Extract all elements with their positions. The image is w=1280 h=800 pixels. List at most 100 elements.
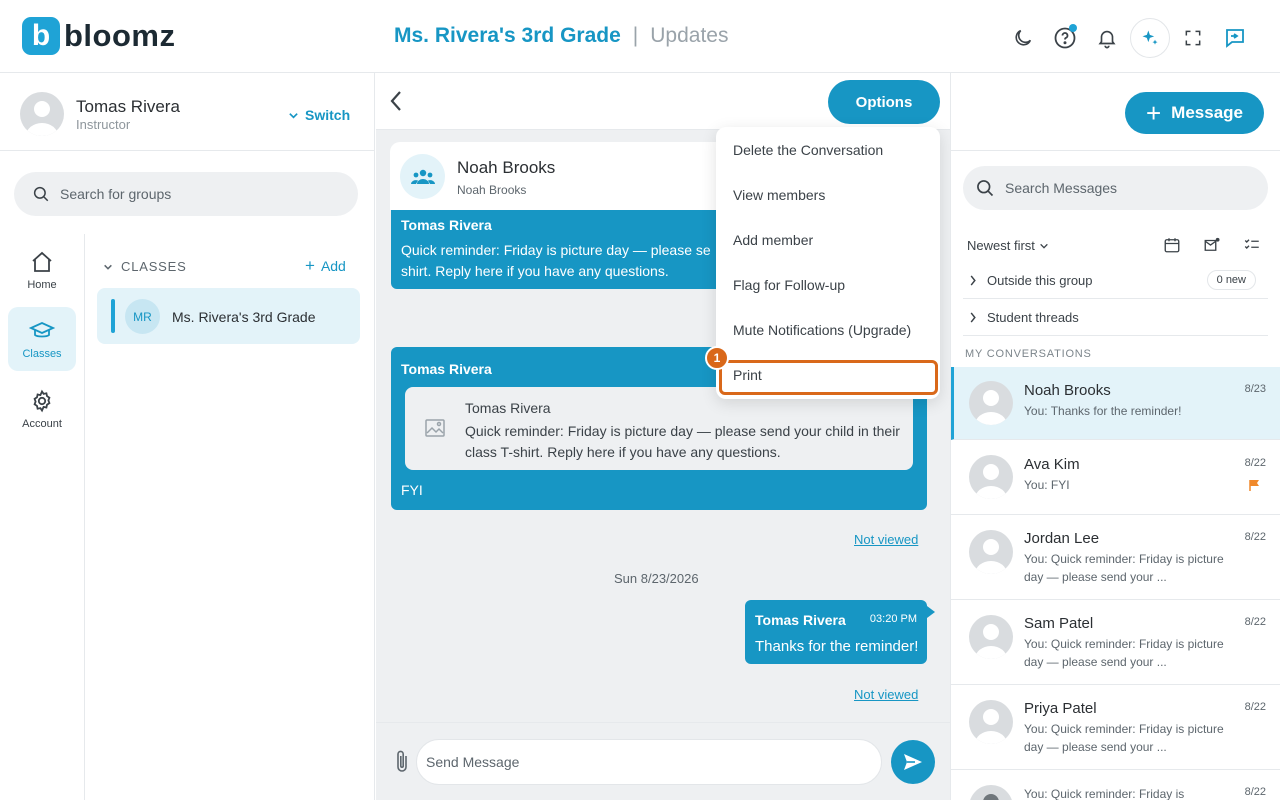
new-message-button[interactable]: + Message (1125, 92, 1264, 134)
conversation-date: 8/22 (1244, 531, 1266, 543)
plus-icon: + (305, 256, 315, 275)
new-count-badge: 0 new (1206, 270, 1256, 290)
help-icon[interactable] (1046, 19, 1084, 57)
sort-label: Newest first (967, 238, 1035, 253)
conversation-preview: You: Quick reminder: Friday is picture d… (1024, 637, 1224, 669)
quoted-sender: Tomas Rivera (465, 400, 551, 416)
conversation-name: Ava Kim (1024, 456, 1080, 473)
conversation-name: Jordan Lee (1024, 530, 1100, 547)
conversation-preview: You: Quick reminder: Friday is picture d… (1024, 552, 1224, 584)
page-title: Ms. Rivera's 3rd Grade | Updates (394, 24, 728, 48)
bloomz-logo[interactable]: b bloomz (22, 17, 176, 55)
conversation-item[interactable]: You: Quick reminder: Friday is 8/22 (951, 770, 1280, 800)
class-active-indicator (111, 299, 115, 333)
switch-button[interactable]: Switch (288, 107, 350, 123)
message-text: FYI (401, 482, 423, 498)
add-class-button[interactable]: + Add (305, 256, 346, 275)
nav-home[interactable]: Home (8, 238, 76, 302)
group-student-threads[interactable]: Student threads (963, 299, 1268, 336)
back-icon[interactable] (388, 89, 404, 118)
section-title: Updates (650, 24, 729, 47)
avatar (969, 785, 1013, 800)
attachment-icon[interactable] (394, 749, 410, 780)
group-members-icon (400, 154, 445, 199)
menu-item-flag-follow-up[interactable]: Flag for Follow-up (733, 277, 845, 293)
notification-dot (1069, 24, 1077, 32)
avatar[interactable] (20, 92, 64, 136)
step-badge: 1 (705, 346, 729, 370)
search-groups-input[interactable]: Search for groups (14, 172, 358, 216)
avatar (969, 530, 1013, 574)
conversation-name: Sam Patel (1024, 615, 1094, 632)
message-sender: Tomas Rivera (401, 217, 492, 233)
conversation-date: 8/22 (1244, 786, 1266, 798)
new-message-label: Message (1171, 103, 1243, 122)
search-messages-input[interactable]: Search Messages (963, 166, 1268, 210)
nav-classes[interactable]: Classes (8, 307, 76, 371)
title-separator: | (632, 24, 639, 47)
avatar (969, 381, 1013, 425)
profile-panel: Tomas Rivera Instructor Switch (0, 73, 375, 151)
mark-read-icon[interactable] (1203, 236, 1221, 259)
flag-icon[interactable] (1248, 478, 1260, 496)
conversation-item[interactable]: Priya Patel You: Quick reminder: Friday … (951, 685, 1280, 770)
conversation-item[interactable]: Sam Patel You: Quick reminder: Friday is… (951, 600, 1280, 685)
avatar (969, 700, 1013, 744)
conversation-item[interactable]: Ava Kim You: FYI 8/22 (951, 440, 1280, 515)
nav-account-label: Account (22, 417, 62, 430)
conversation-contact-card: Noah Brooks Noah Brooks (390, 142, 725, 210)
conversation-item[interactable]: Noah Brooks You: Thanks for the reminder… (951, 367, 1280, 440)
avatar (969, 455, 1013, 499)
add-class-label: Add (320, 258, 346, 274)
side-nav: Home Classes Account (0, 234, 85, 800)
bubble-tail (927, 606, 935, 618)
dark-mode-icon[interactable] (1004, 19, 1042, 57)
menu-item-add-member[interactable]: Add member (733, 232, 813, 248)
read-status-link[interactable]: Not viewed (854, 532, 918, 547)
quoted-text: Quick reminder: Friday is picture day — … (465, 423, 900, 460)
group-label: Student threads (987, 309, 1079, 325)
sort-dropdown[interactable]: Newest first (967, 238, 1049, 253)
menu-item-mute-notifications[interactable]: Mute Notifications (Upgrade) (733, 322, 911, 338)
nav-classes-label: Classes (22, 347, 62, 360)
feedback-icon[interactable] (1216, 19, 1254, 57)
menu-item-view-members[interactable]: View members (733, 187, 825, 203)
checklist-icon[interactable] (1243, 236, 1261, 259)
classes-heading[interactable]: CLASSES (103, 259, 187, 274)
ai-sparkle-icon[interactable] (1130, 18, 1170, 58)
contact-subtitle: Noah Brooks (457, 183, 527, 197)
plus-icon: + (1145, 98, 1162, 128)
top-icon-bar (1004, 18, 1254, 58)
chevron-down-icon (1040, 243, 1048, 249)
search-groups-placeholder: Search for groups (60, 186, 172, 202)
conversation-preview: You: Thanks for the reminder! (1024, 404, 1182, 418)
conversation-preview: You: FYI (1024, 478, 1070, 492)
search-icon (33, 186, 49, 202)
message-bubble[interactable]: Tomas Rivera Quick reminder: Friday is p… (391, 210, 727, 289)
my-conversations-heading: MY CONVERSATIONS (965, 348, 1092, 360)
message-text: Quick reminder: Friday is picture day — … (401, 242, 711, 279)
nav-account[interactable]: Account (8, 377, 76, 441)
conversation-date: 8/22 (1244, 701, 1266, 713)
send-button[interactable] (891, 740, 935, 784)
group-title[interactable]: Ms. Rivera's 3rd Grade (394, 24, 621, 48)
group-outside-this-group[interactable]: Outside this group 0 new (963, 262, 1268, 299)
search-messages-placeholder: Search Messages (1005, 180, 1118, 196)
conversation-date: 8/22 (1244, 457, 1266, 469)
logo-mark: b (22, 17, 60, 55)
conversation-item[interactable]: Jordan Lee You: Quick reminder: Friday i… (951, 515, 1280, 600)
read-status-link[interactable]: Not viewed (854, 687, 918, 702)
quoted-message[interactable]: Tomas Rivera Quick reminder: Friday is p… (405, 387, 913, 470)
options-button[interactable]: Options (828, 80, 940, 124)
class-item[interactable]: MR Ms. Rivera's 3rd Grade (97, 288, 360, 344)
calendar-icon[interactable] (1163, 236, 1181, 259)
fullscreen-icon[interactable] (1174, 19, 1212, 57)
chevron-down-icon (104, 264, 112, 270)
highlight-box (719, 360, 938, 395)
menu-item-delete-conversation[interactable]: Delete the Conversation (733, 142, 883, 158)
logo-text: bloomz (64, 18, 176, 53)
message-input[interactable]: Send Message (416, 739, 882, 785)
bell-icon[interactable] (1088, 19, 1126, 57)
divider (951, 150, 1280, 151)
message-bubble[interactable]: Tomas Rivera 03:20 PM Thanks for the rem… (745, 600, 927, 664)
